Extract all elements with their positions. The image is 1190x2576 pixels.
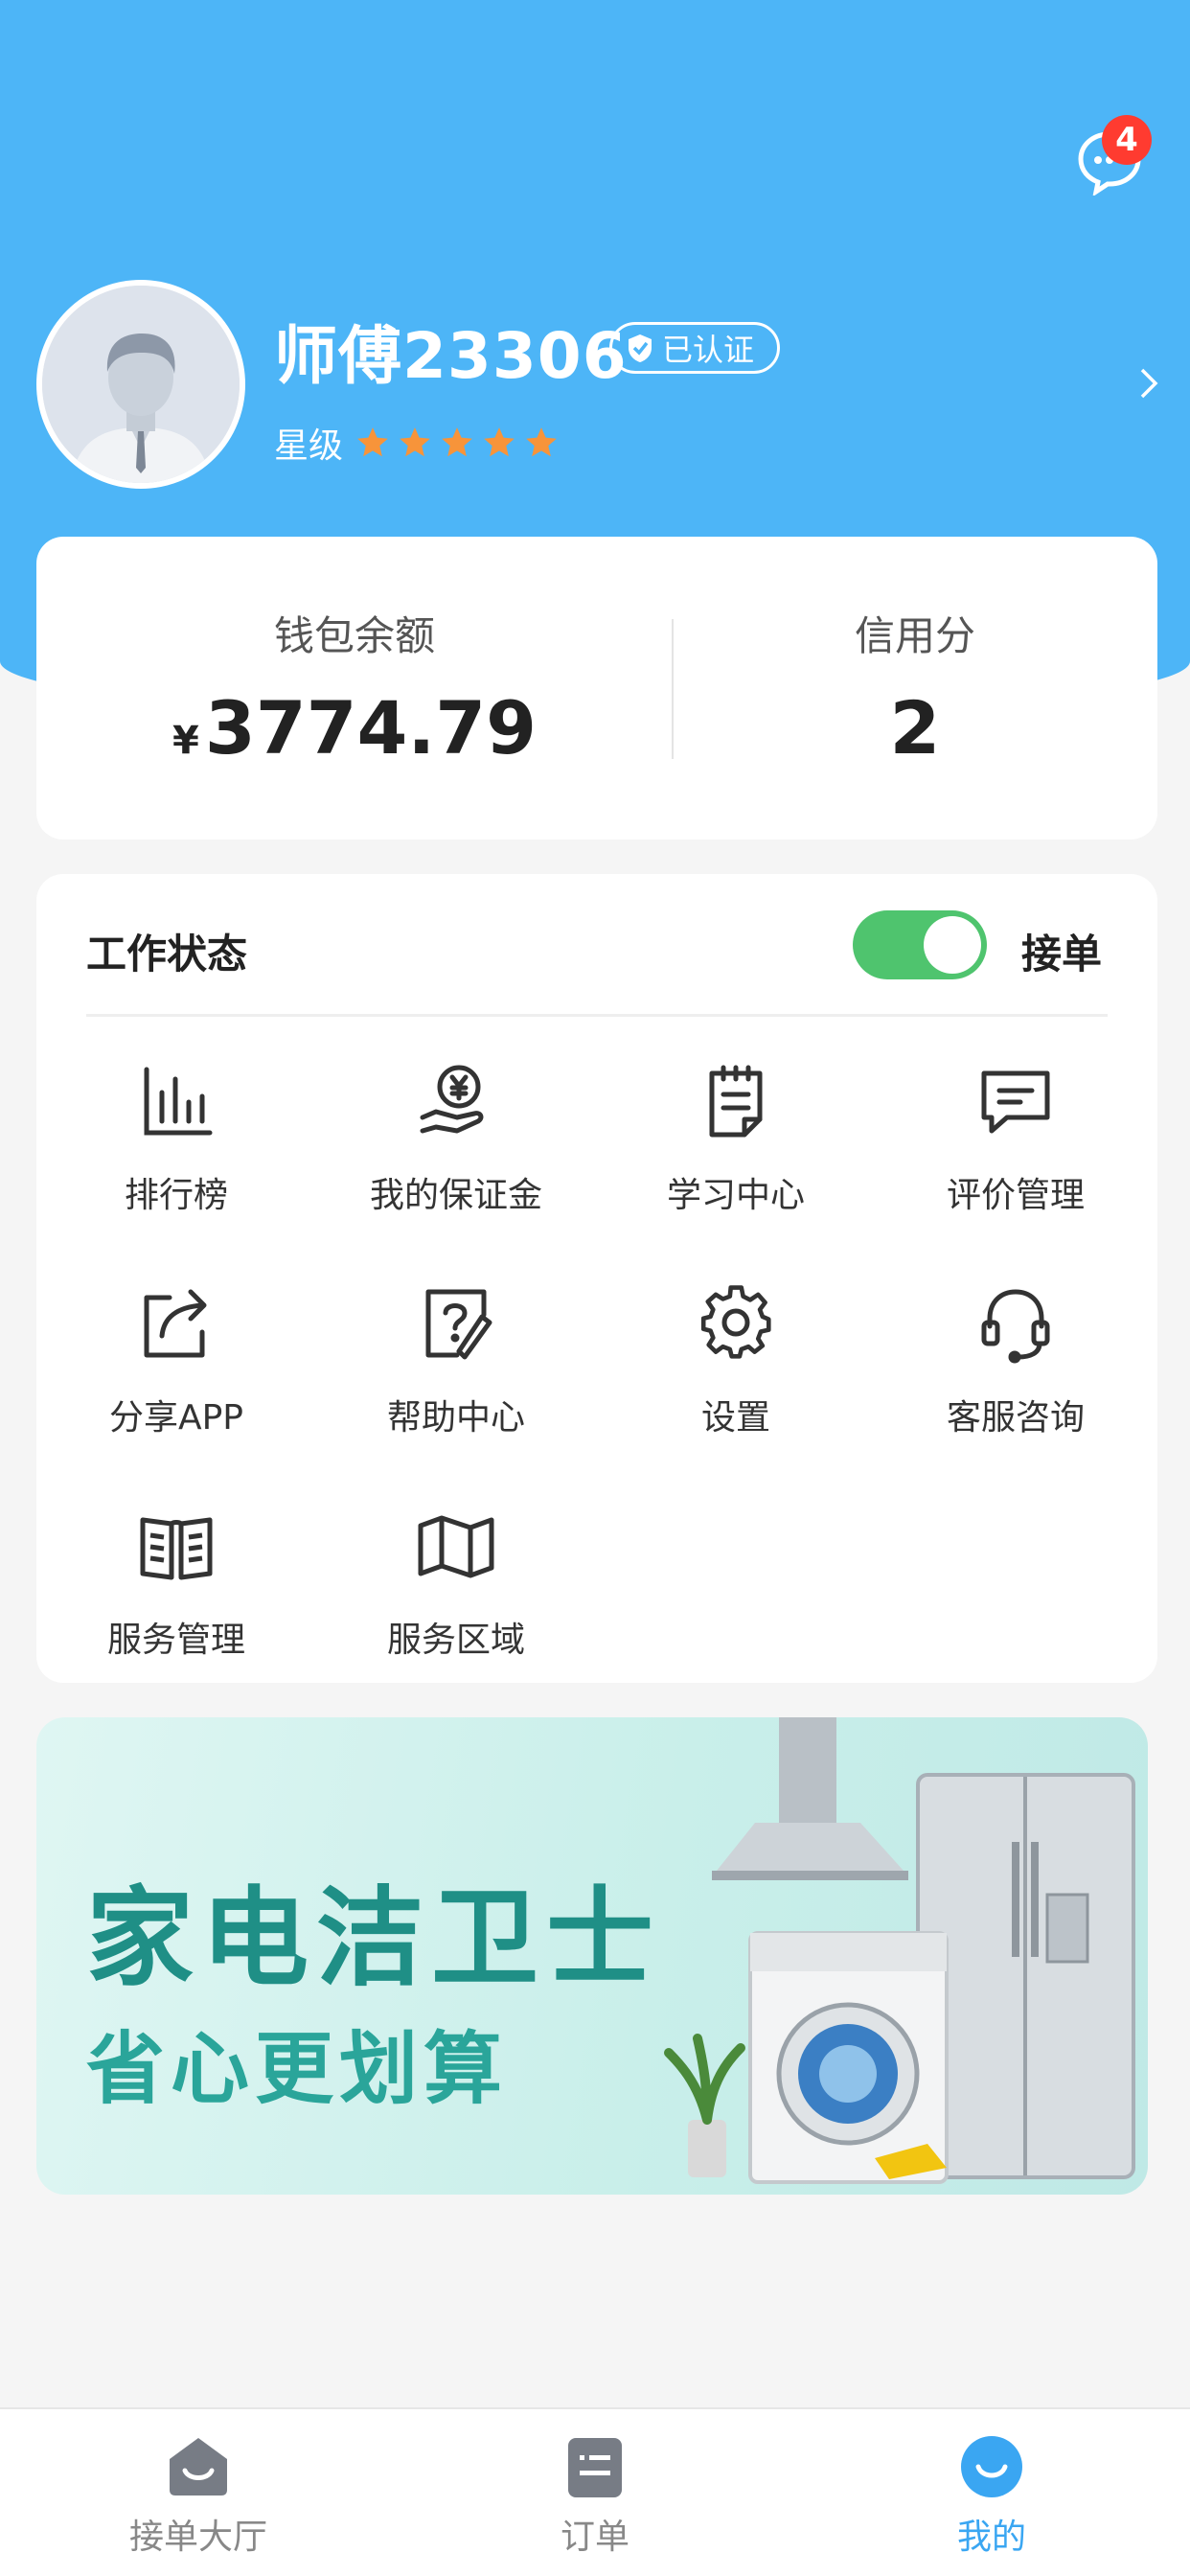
username: 师傅23306 [274, 319, 628, 393]
banner-title: 家电洁卫士 [86, 1876, 661, 2001]
menu-item-label: 服务管理 [106, 1621, 245, 1660]
work-status-title: 工作状态 [86, 931, 248, 978]
menu-item-reviews[interactable]: 评价管理 [876, 1037, 1156, 1229]
menu-item-label: 学习中心 [666, 1176, 805, 1215]
accept-orders-toggle[interactable] [853, 910, 987, 979]
avatar[interactable] [36, 280, 245, 489]
bar-chart-icon [144, 1067, 213, 1136]
tab-label: 订单 [560, 2518, 629, 2557]
menu-item-deposit[interactable]: 我的保证金 [316, 1037, 596, 1229]
tab-me[interactable]: 我的 [793, 2409, 1190, 2576]
avatar-person-icon [42, 286, 240, 483]
toggle-knob [924, 916, 981, 974]
menu-item-help[interactable]: 帮助中心 [316, 1259, 596, 1451]
credit-score-value: 2 [889, 685, 941, 770]
me-icon [961, 2436, 1022, 2497]
help-icon [425, 1289, 492, 1360]
menu-item-ranking[interactable]: 排行榜 [36, 1037, 316, 1229]
menu-item-service-area[interactable]: 服务区域 [316, 1482, 596, 1673]
menu-item-label: 客服咨询 [946, 1398, 1085, 1438]
notebook-icon [709, 1065, 763, 1138]
menu-item-settings[interactable]: 设置 [596, 1259, 876, 1451]
deposit-icon [420, 1065, 484, 1134]
credit-score[interactable]: 信用分 2 [673, 537, 1157, 840]
toggle-label: 接单 [1021, 931, 1103, 978]
menu-item-service-management[interactable]: 服务管理 [36, 1482, 316, 1673]
book-icon [140, 1517, 213, 1580]
menu-item-learning[interactable]: 学习中心 [596, 1037, 876, 1229]
shield-check-icon [629, 334, 652, 362]
star-icon [526, 427, 557, 457]
star-icon [484, 427, 515, 457]
tab-orders[interactable]: 订单 [397, 2409, 793, 2576]
appliances-illustration [664, 1717, 1135, 2184]
menu-item-label: 我的保证金 [369, 1176, 542, 1215]
credit-score-label: 信用分 [854, 612, 975, 659]
divider [86, 1014, 1108, 1017]
hall-icon [170, 2438, 227, 2496]
tools-card: 工作状态 接单 排行榜 我的保证金 学习中心 评价管理 分享APP 帮助中心 设… [36, 874, 1157, 1683]
message-badge: 4 [1102, 115, 1152, 165]
bottom-tab-bar: 接单大厅 订单 我的 [0, 2407, 1190, 2576]
order-icon [568, 2438, 622, 2497]
star-icon [442, 427, 472, 457]
menu-item-label: 设置 [700, 1398, 770, 1438]
promo-banner[interactable]: 家电洁卫士 省心更划算 [36, 1717, 1148, 2195]
tab-label: 接单大厅 [128, 2518, 267, 2557]
menu-item-label: 服务区域 [386, 1621, 525, 1660]
tab-order-hall[interactable]: 接单大厅 [0, 2409, 397, 2576]
verified-badge: 已认证 [609, 322, 781, 374]
currency-symbol: ¥ [172, 719, 199, 763]
chevron-right-icon[interactable] [1134, 364, 1163, 402]
banner-subtitle: 省心更划算 [86, 2024, 509, 2115]
menu-item-label: 分享APP [108, 1398, 244, 1438]
star-label: 星级 [274, 426, 344, 466]
gear-icon [700, 1285, 771, 1359]
map-icon [418, 1515, 494, 1578]
menu-item-label: 帮助中心 [386, 1398, 525, 1438]
tab-label: 我的 [956, 2518, 1026, 2557]
menu-item-share[interactable]: 分享APP [36, 1259, 316, 1451]
wallet-card: 钱包余额 ¥ 3774.79 信用分 2 [36, 537, 1157, 840]
wallet-balance-value: ¥ 3774.79 [172, 685, 537, 770]
share-icon [144, 1289, 207, 1358]
star-icon [400, 427, 430, 457]
balance-amount: 3774.79 [204, 685, 537, 770]
star-icon [357, 427, 388, 457]
headset-icon [981, 1289, 1050, 1364]
wallet-balance[interactable]: 钱包余额 ¥ 3774.79 [36, 537, 673, 840]
wallet-balance-label: 钱包余额 [273, 612, 435, 659]
menu-item-customer-service[interactable]: 客服咨询 [876, 1259, 1156, 1451]
menu-item-label: 评价管理 [946, 1176, 1085, 1215]
comment-icon [981, 1070, 1050, 1134]
menu-item-label: 排行榜 [124, 1176, 228, 1215]
verified-label: 已认证 [662, 332, 755, 368]
star-rating: 星级 [274, 418, 560, 468]
